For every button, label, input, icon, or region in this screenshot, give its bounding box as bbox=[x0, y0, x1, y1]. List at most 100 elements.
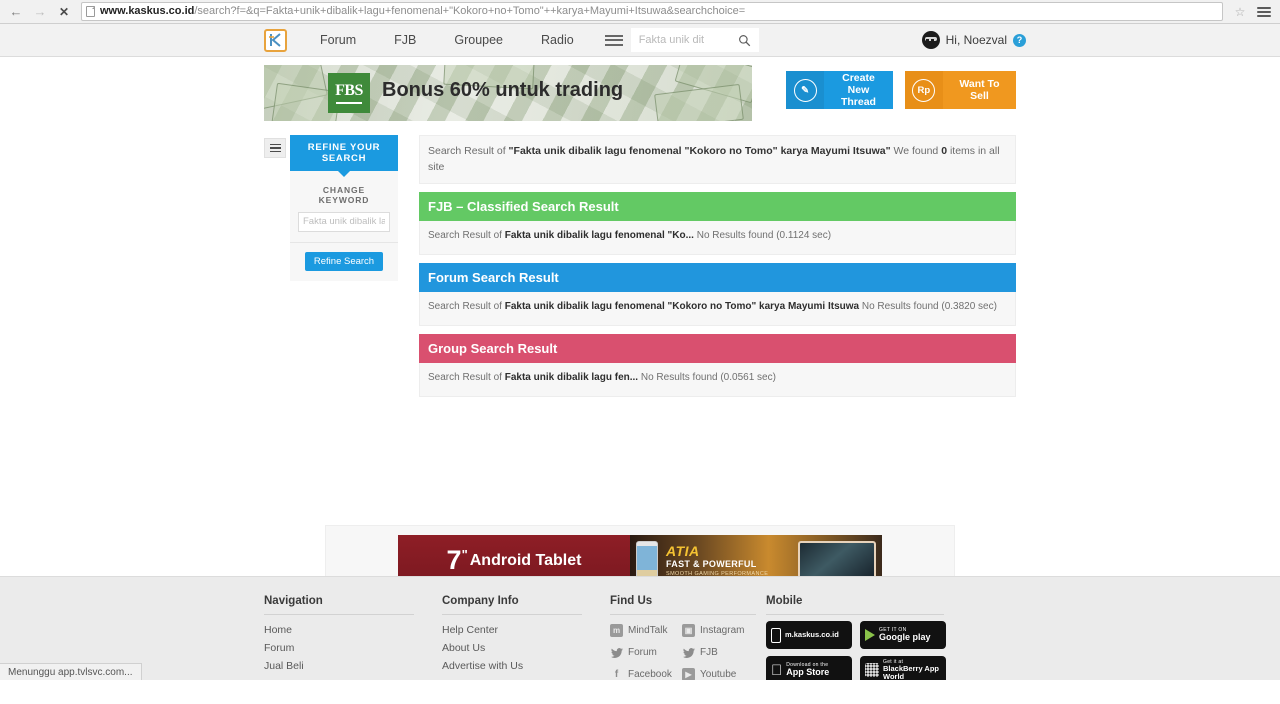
group-result-body: Search Result of Fakta unik dibalik lagu… bbox=[419, 362, 1016, 397]
nav-groupee[interactable]: Groupee bbox=[435, 33, 522, 47]
app-store-badge[interactable]:  Download on theApp Store bbox=[766, 656, 852, 680]
inch-mark: " bbox=[461, 547, 468, 563]
help-icon[interactable]: ? bbox=[1013, 33, 1026, 47]
page-document-icon bbox=[86, 6, 95, 17]
group-result-header: Group Search Result bbox=[419, 333, 1016, 363]
avatar bbox=[921, 31, 940, 49]
fbs-banner-ad[interactable]: FBS Bonus 60% untuk trading bbox=[264, 65, 752, 121]
tablet-device-image bbox=[636, 540, 658, 581]
social-facebook[interactable]: f Facebook bbox=[610, 665, 682, 680]
search-input[interactable] bbox=[630, 28, 731, 52]
sidebar-toggle-icon[interactable] bbox=[264, 138, 286, 158]
atia-text-block: ATIA FAST & POWERFUL SMOOTH GAMING PERFO… bbox=[666, 544, 768, 577]
create-thread-line1: Create New bbox=[842, 71, 875, 96]
social-twitter-fjb-label: FJB bbox=[700, 647, 718, 658]
browser-menu-icon[interactable] bbox=[1254, 2, 1274, 22]
pencil-icon: ✎ bbox=[786, 71, 825, 109]
social-youtube[interactable]: ▶ Youtube bbox=[682, 665, 754, 680]
summary-prefix: Search Result of bbox=[428, 145, 509, 157]
footer-link-home[interactable]: Home bbox=[264, 621, 442, 639]
footer-mobile-title: Mobile bbox=[766, 595, 944, 615]
app-store-label: App Store bbox=[775, 666, 829, 677]
summary-query: "Fakta unik dibalik lagu fenomenal "Koko… bbox=[508, 145, 891, 157]
kaskus-logo-icon[interactable] bbox=[264, 28, 287, 52]
rupiah-icon: Rp bbox=[904, 71, 943, 109]
social-twitter-fjb[interactable]: FJB bbox=[682, 643, 754, 662]
content-wrapper: FBS Bonus 60% untuk trading ✎ Create New… bbox=[0, 57, 1280, 597]
forum-status: No Results found (0.3820 sec) bbox=[859, 300, 997, 312]
user-menu[interactable]: Hi, Noezval ? bbox=[921, 31, 1026, 49]
social-instagram[interactable]: ▣ Instagram bbox=[682, 621, 754, 640]
fbs-brand: FBS bbox=[335, 82, 363, 99]
fbs-logo: FBS bbox=[328, 73, 370, 113]
refine-footer: Refine Search bbox=[290, 242, 398, 281]
want-to-sell-button[interactable]: Rp Want To Sell bbox=[904, 71, 1016, 109]
atia-tagline: FAST & POWERFUL bbox=[666, 559, 757, 570]
url-bar[interactable]: www.kaskus.co.id/search?f=&q=Fakta+unik+… bbox=[81, 2, 1223, 21]
forum-query: Fakta unik dibalik lagu fenomenal "Kokor… bbox=[504, 300, 860, 312]
footer-link-contact-us[interactable]: Contact Us bbox=[442, 675, 610, 680]
header-search bbox=[603, 28, 759, 52]
phone-icon bbox=[771, 627, 781, 643]
page-body: FBS Bonus 60% untuk trading ✎ Create New… bbox=[0, 57, 1280, 597]
footer-navigation-column: Navigation Home Forum Jual Beli Groupee … bbox=[264, 595, 442, 680]
footer-link-help-center[interactable]: Help Center bbox=[442, 621, 610, 639]
back-button[interactable]: ← bbox=[6, 2, 26, 22]
forum-result-header: Forum Search Result bbox=[419, 262, 1016, 292]
page-shell: ← → ✕ www.kaskus.co.id/search?f=&q=Fakta… bbox=[0, 0, 1280, 680]
bookmark-star-icon[interactable]: ☆ bbox=[1230, 2, 1250, 21]
status-text: Menunggu app.tvlsvc.com... bbox=[8, 666, 133, 678]
footer-link-advertise[interactable]: Advertise with Us bbox=[442, 657, 610, 675]
footer-link-jual-beli[interactable]: Jual Beli bbox=[264, 657, 442, 675]
nav-forum[interactable]: Forum bbox=[301, 33, 375, 47]
forward-button[interactable]: → bbox=[30, 2, 50, 22]
nav-radio[interactable]: Radio bbox=[522, 33, 593, 47]
blackberry-badge[interactable]: Get it at BlackBerry App World bbox=[860, 656, 946, 680]
mindtalk-icon: m bbox=[610, 624, 623, 637]
blackberry-label: BlackBerry App World bbox=[883, 663, 939, 680]
fbs-headline: Bonus 60% untuk trading bbox=[382, 79, 624, 101]
footer-mobile-column: Mobile m.kaskus.co.id GET IT ON Google pl… bbox=[766, 595, 956, 680]
mobile-site-badge[interactable]: m.kaskus.co.id bbox=[766, 621, 852, 649]
hands-holding-tablet-image bbox=[798, 540, 876, 581]
search-area: REFINE YOUR SEARCH CHANGE KEYWORD Refine… bbox=[264, 135, 1016, 397]
create-new-thread-button[interactable]: ✎ Create New Thread bbox=[786, 71, 893, 109]
footer-find-us-column: Find Us m MindTalk ▣ Instagram Forum FJB f… bbox=[610, 595, 766, 680]
forum-result-body: Search Result of Fakta unik dibalik lagu… bbox=[419, 291, 1016, 326]
refine-search-panel: REFINE YOUR SEARCH CHANGE KEYWORD Refine… bbox=[290, 135, 398, 281]
social-instagram-label: Instagram bbox=[700, 625, 745, 636]
nav-fjb[interactable]: FJB bbox=[375, 33, 435, 47]
youtube-icon: ▶ bbox=[682, 668, 695, 680]
footer-company-title: Company Info bbox=[442, 595, 582, 615]
change-keyword-input[interactable] bbox=[298, 211, 390, 232]
stop-loading-button[interactable]: ✕ bbox=[54, 2, 74, 22]
twitter-forum-icon bbox=[610, 646, 623, 659]
results-column: Search Result of "Fakta unik dibalik lag… bbox=[419, 135, 1016, 397]
forum-prefix: Search Result of bbox=[428, 300, 505, 312]
search-icon[interactable] bbox=[730, 28, 759, 52]
forum-result-block: Forum Search Result Search Result of Fak… bbox=[419, 262, 1016, 326]
change-keyword-label: CHANGE KEYWORD bbox=[318, 185, 370, 205]
footer-link-forum[interactable]: Forum bbox=[264, 639, 442, 657]
footer-link-groupee[interactable]: Groupee bbox=[264, 675, 442, 680]
refine-search-button[interactable]: Refine Search bbox=[304, 251, 384, 271]
main-nav: Forum FJB Groupee Radio bbox=[301, 33, 593, 47]
fjb-result-body: Search Result of Fakta unik dibalik lagu… bbox=[419, 220, 1016, 255]
group-status: No Results found (0.0561 sec) bbox=[638, 371, 776, 383]
google-play-badge[interactable]: GET IT ON Google play bbox=[860, 621, 946, 649]
category-menu-icon[interactable] bbox=[603, 29, 625, 51]
social-twitter-forum[interactable]: Forum bbox=[610, 643, 682, 662]
instagram-icon: ▣ bbox=[682, 624, 695, 637]
footer-find-us-title: Find Us bbox=[610, 595, 756, 615]
rupiah-glyph: Rp bbox=[912, 78, 936, 102]
footer-link-about-us[interactable]: About Us bbox=[442, 639, 610, 657]
facebook-icon: f bbox=[614, 669, 619, 680]
refine-your-search-header[interactable]: REFINE YOUR SEARCH bbox=[290, 135, 398, 171]
apple-icon:  bbox=[771, 663, 782, 678]
social-mindtalk[interactable]: m MindTalk bbox=[610, 621, 682, 640]
tablet-size: 7" bbox=[446, 545, 468, 576]
group-query: Fakta unik dibalik lagu fen... bbox=[504, 371, 639, 383]
action-buttons: ✎ Create New Thread Rp Want To Sell bbox=[786, 65, 1016, 109]
browser-status-bar: Menunggu app.tvlsvc.com... bbox=[0, 663, 142, 680]
want-to-sell-label: Want To Sell bbox=[959, 77, 1000, 102]
